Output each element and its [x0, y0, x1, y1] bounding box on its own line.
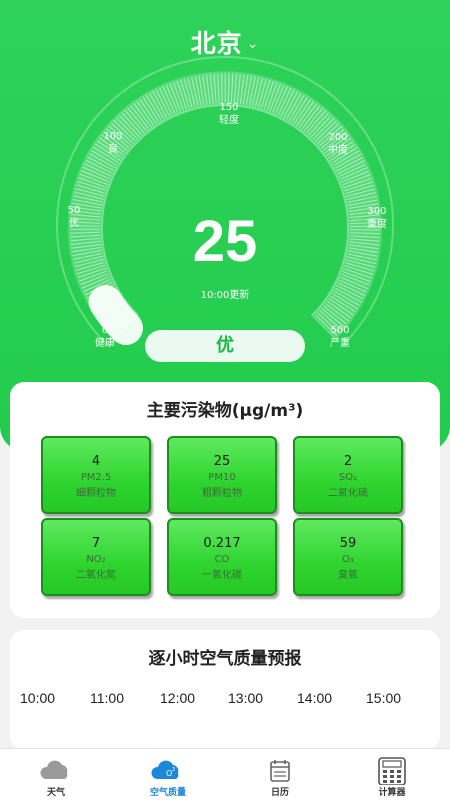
pollutant-value: 59	[339, 536, 357, 551]
forecast-hour: 15:00	[366, 690, 402, 706]
pollutant-value: 4	[91, 454, 101, 469]
pollutant-desc: 粗颗粒物	[202, 488, 242, 499]
forecast-hour: 10:00	[20, 690, 56, 706]
pollutant-name: SO₂	[338, 472, 358, 483]
pollutant-name: NO₂	[86, 554, 106, 565]
forecast-title: 逐小时空气质量预报	[148, 649, 302, 669]
pollutant-desc: 一氧化碳	[202, 570, 242, 581]
aqi-value: 25	[192, 209, 258, 274]
pollutant-value: 0.217	[203, 536, 241, 551]
pollutant-tile-no2[interactable]: 7 NO₂ 二氧化氮	[41, 518, 151, 596]
nav-item-air-quality[interactable]: O 2 空气质量	[112, 749, 224, 800]
pollutant-tile-pm25[interactable]: 4 PM2.5 细颗粒物	[41, 436, 151, 514]
forecast-hour: 14:00	[297, 690, 333, 706]
nav-item-calendar[interactable]: 日历	[224, 749, 336, 800]
pollutant-tile-so2[interactable]: 2 SO₂ 二氧化硫	[293, 436, 403, 514]
nav-label: 计算器	[378, 788, 406, 798]
nav-item-weather[interactable]: 天气	[0, 749, 112, 800]
pollutant-tile-o3[interactable]: 59 O₃ 臭氧	[293, 518, 403, 596]
pollutants-card: 主要污染物(μg/m³) 4 PM2.5 细颗粒物 25 PM10 粗颗粒物 2…	[10, 382, 440, 618]
aqi-level-badge: 优	[145, 330, 305, 362]
pollutant-desc: 臭氧	[338, 570, 358, 581]
gauge-tick-150: 150 轻度	[219, 102, 239, 126]
pollutants-title: 主要污染物(μg/m³)	[146, 401, 304, 421]
cloud-icon	[40, 760, 68, 779]
pollutant-desc: 细颗粒物	[76, 488, 116, 499]
pollutant-tile-pm10[interactable]: 25 PM10 粗颗粒物	[167, 436, 277, 514]
gauge-tick-0: 0 健康	[95, 325, 115, 349]
gauge-tick-500: 500 严重	[330, 325, 350, 349]
pollutant-value: 2	[343, 454, 353, 469]
nav-label: 日历	[270, 788, 289, 798]
nav-label: 空气质量	[149, 788, 186, 798]
pollutant-name: PM2.5	[80, 472, 112, 483]
forecast-hour: 11:00	[90, 690, 124, 706]
pollutant-desc: 二氧化氮	[76, 570, 116, 581]
forecast-hour: 12:00	[160, 690, 196, 706]
pollutant-desc: 二氧化硫	[328, 488, 368, 499]
calendar-icon	[270, 760, 290, 782]
pollutant-tile-co[interactable]: 0.217 CO 一氧化碳	[167, 518, 277, 596]
pollutant-name: CO	[214, 554, 230, 565]
pollutant-value: 7	[91, 536, 101, 551]
bottom-navigation: 天气 O 2 空气质量 日历 计算器	[0, 748, 450, 800]
hourly-forecast-card: 逐小时空气质量预报 10:00 11:00 12:00 13:00 14:00 …	[10, 630, 440, 750]
pollutant-name: O₃	[342, 554, 354, 565]
pollutant-value: 25	[213, 454, 231, 469]
calculator-icon	[378, 757, 406, 785]
air-quality-icon: O 2	[151, 760, 179, 779]
forecast-hour: 13:00	[228, 690, 264, 706]
svg-text:2: 2	[172, 767, 175, 773]
gauge-tick-100: 100 良	[103, 131, 123, 155]
nav-label: 天气	[46, 788, 65, 798]
update-time: 10:00更新	[200, 290, 250, 301]
nav-item-calculator[interactable]: 计算器	[336, 749, 448, 800]
gauge-tick-200: 200 中度	[328, 132, 348, 156]
pollutant-name: PM10	[208, 472, 236, 483]
